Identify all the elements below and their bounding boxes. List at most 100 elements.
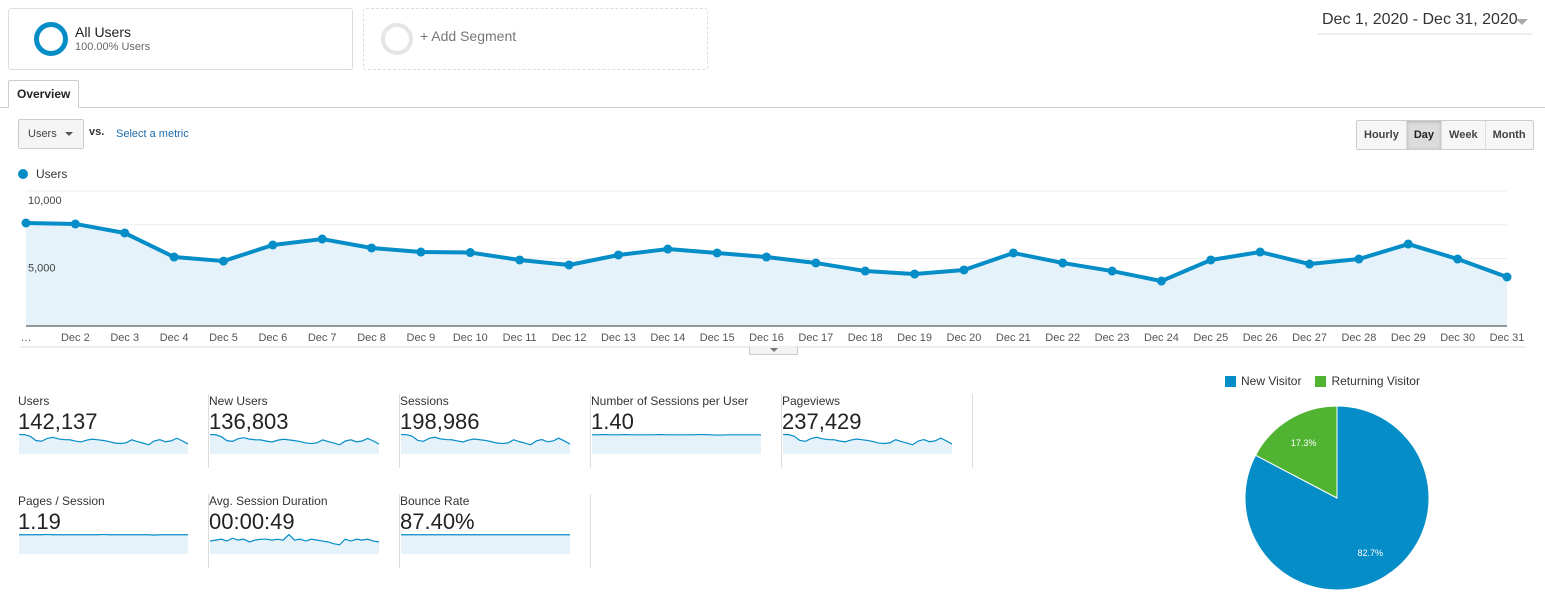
users-data-point[interactable]	[1206, 255, 1216, 265]
users-data-point[interactable]	[1354, 254, 1364, 264]
scorecard-sparkline	[401, 534, 570, 554]
segment-all-users[interactable]: All Users 100.00% Users	[8, 8, 353, 70]
users-data-point[interactable]	[70, 219, 80, 229]
sparkline-line	[592, 434, 761, 436]
sparkline-area	[592, 434, 761, 454]
users-data-point[interactable]	[959, 265, 969, 275]
date-range-picker[interactable]: Dec 1, 2020 - Dec 31, 2020	[1318, 11, 1532, 35]
metric-select[interactable]: Users	[18, 119, 84, 149]
users-data-point[interactable]	[663, 244, 673, 254]
users-data-point[interactable]	[564, 260, 574, 270]
sparkline-area	[19, 534, 188, 554]
pie-slice-label: 17.3%	[1291, 438, 1317, 448]
scorecard-bounce-rate[interactable]: Bounce Rate 87.40%	[400, 494, 591, 568]
users-data-point[interactable]	[910, 269, 920, 279]
scorecard-label: Pages / Session	[18, 494, 105, 508]
x-tick-label: Dec 11	[503, 332, 537, 344]
users-data-point[interactable]	[1305, 259, 1315, 269]
scorecard-value: 198,986	[400, 409, 480, 434]
pie-legend-returning-visitor[interactable]: Returning Visitor	[1315, 374, 1420, 388]
granularity-week-button[interactable]: Week	[1442, 121, 1486, 149]
users-data-point[interactable]	[367, 243, 377, 253]
select-metric-link[interactable]: Select a metric	[116, 128, 189, 140]
vs-label: vs.	[89, 126, 105, 138]
users-data-point[interactable]	[613, 250, 623, 260]
scorecard-sparkline	[783, 434, 952, 454]
users-data-point[interactable]	[268, 240, 278, 250]
users-data-point[interactable]	[169, 252, 179, 262]
granularity-month-button[interactable]: Month	[1485, 121, 1533, 149]
new-visitor-swatch-icon	[1225, 375, 1236, 387]
granularity-day-button[interactable]: Day	[1406, 121, 1443, 149]
users-data-point[interactable]	[1403, 239, 1413, 249]
x-tick-label: Dec 18	[848, 332, 883, 344]
users-legend-dot-icon	[18, 169, 28, 179]
scorecard-pages-session[interactable]: Pages / Session 1.19	[18, 494, 209, 568]
x-tick-label: Dec 10	[453, 332, 488, 344]
users-data-point[interactable]	[416, 247, 426, 257]
x-tick-label: Dec 26	[1243, 332, 1278, 344]
scorecard-label: Pageviews	[782, 394, 841, 408]
granularity-hourly-button[interactable]: Hourly	[1357, 121, 1407, 149]
users-data-point[interactable]	[811, 258, 821, 268]
users-data-point[interactable]	[21, 218, 31, 228]
scorecard-avg-session-duration[interactable]: Avg. Session Duration 00:00:49	[209, 494, 400, 568]
users-area-fill	[26, 222, 1507, 326]
scorecard-sparkline	[210, 534, 379, 554]
chevron-down-icon	[1516, 19, 1528, 25]
users-data-point[interactable]	[1107, 266, 1117, 276]
x-tick-label: …	[21, 332, 32, 344]
x-tick-label: Dec 14	[650, 332, 685, 344]
scorecard-value: 00:00:49	[209, 509, 295, 534]
sparkline-area	[19, 434, 188, 454]
x-tick-label: Dec 8	[357, 332, 386, 344]
users-data-point[interactable]	[317, 234, 327, 244]
users-data-point[interactable]	[1058, 258, 1068, 268]
users-data-point[interactable]	[1156, 276, 1166, 286]
add-segment-button[interactable]: + Add Segment	[363, 8, 708, 70]
returning-visitor-swatch-icon	[1315, 375, 1327, 387]
chart-collapse-toggle[interactable]	[749, 347, 798, 355]
tab-bar-divider	[0, 107, 1545, 108]
scorecard-sessions[interactable]: Sessions 198,986	[400, 394, 591, 468]
scorecard-sparkline	[19, 534, 188, 554]
users-data-point[interactable]	[762, 252, 771, 262]
scorecard-value: 1.40	[591, 409, 634, 434]
tab-overview[interactable]: Overview	[8, 80, 80, 108]
scorecard-pageviews[interactable]: Pageviews 237,429	[782, 394, 973, 468]
sparkline-area	[210, 534, 379, 554]
users-data-point[interactable]	[120, 228, 130, 238]
users-data-point[interactable]	[515, 255, 525, 265]
chart-legend-users: Users	[36, 167, 68, 181]
users-data-point[interactable]	[1502, 272, 1512, 282]
x-tick-label: Dec 5	[209, 332, 238, 344]
pie-legend-new-visitor[interactable]: New Visitor	[1225, 374, 1301, 388]
scorecard-users[interactable]: Users 142,137	[18, 394, 209, 468]
pie-slice-label: 82.7%	[1358, 548, 1384, 558]
users-data-point[interactable]	[465, 248, 475, 258]
x-tick-label: Dec 22	[1045, 332, 1080, 344]
scorecard-value: 142,137	[18, 409, 98, 434]
x-tick-label: Dec 6	[258, 332, 287, 344]
scorecard-label: Bounce Rate	[400, 494, 470, 508]
scorecard-sparkline	[19, 434, 188, 454]
users-data-point[interactable]	[712, 248, 722, 258]
users-data-point[interactable]	[1255, 247, 1265, 257]
x-tick-label: Dec 17	[798, 332, 833, 344]
sparkline-area	[210, 434, 379, 454]
scorecard-value: 87.40%	[400, 509, 475, 534]
x-tick-label: Dec 21	[996, 332, 1031, 344]
users-data-point[interactable]	[1008, 248, 1018, 258]
x-tick-label: Dec 25	[1193, 332, 1228, 344]
scorecard-value: 136,803	[209, 409, 289, 434]
users-data-point[interactable]	[218, 256, 228, 266]
scorecard-sparkline	[592, 434, 761, 454]
x-tick-label: Dec 31	[1490, 332, 1525, 344]
scorecard-new-users[interactable]: New Users 136,803	[209, 394, 400, 468]
sparkline-line	[19, 534, 188, 536]
scorecard-number-of-sessions-per-user[interactable]: Number of Sessions per User 1.40	[591, 394, 782, 468]
scorecard-label: Avg. Session Duration	[209, 494, 328, 508]
users-data-point[interactable]	[860, 266, 870, 276]
segment-ring-icon	[34, 22, 68, 56]
users-data-point[interactable]	[1453, 254, 1463, 264]
